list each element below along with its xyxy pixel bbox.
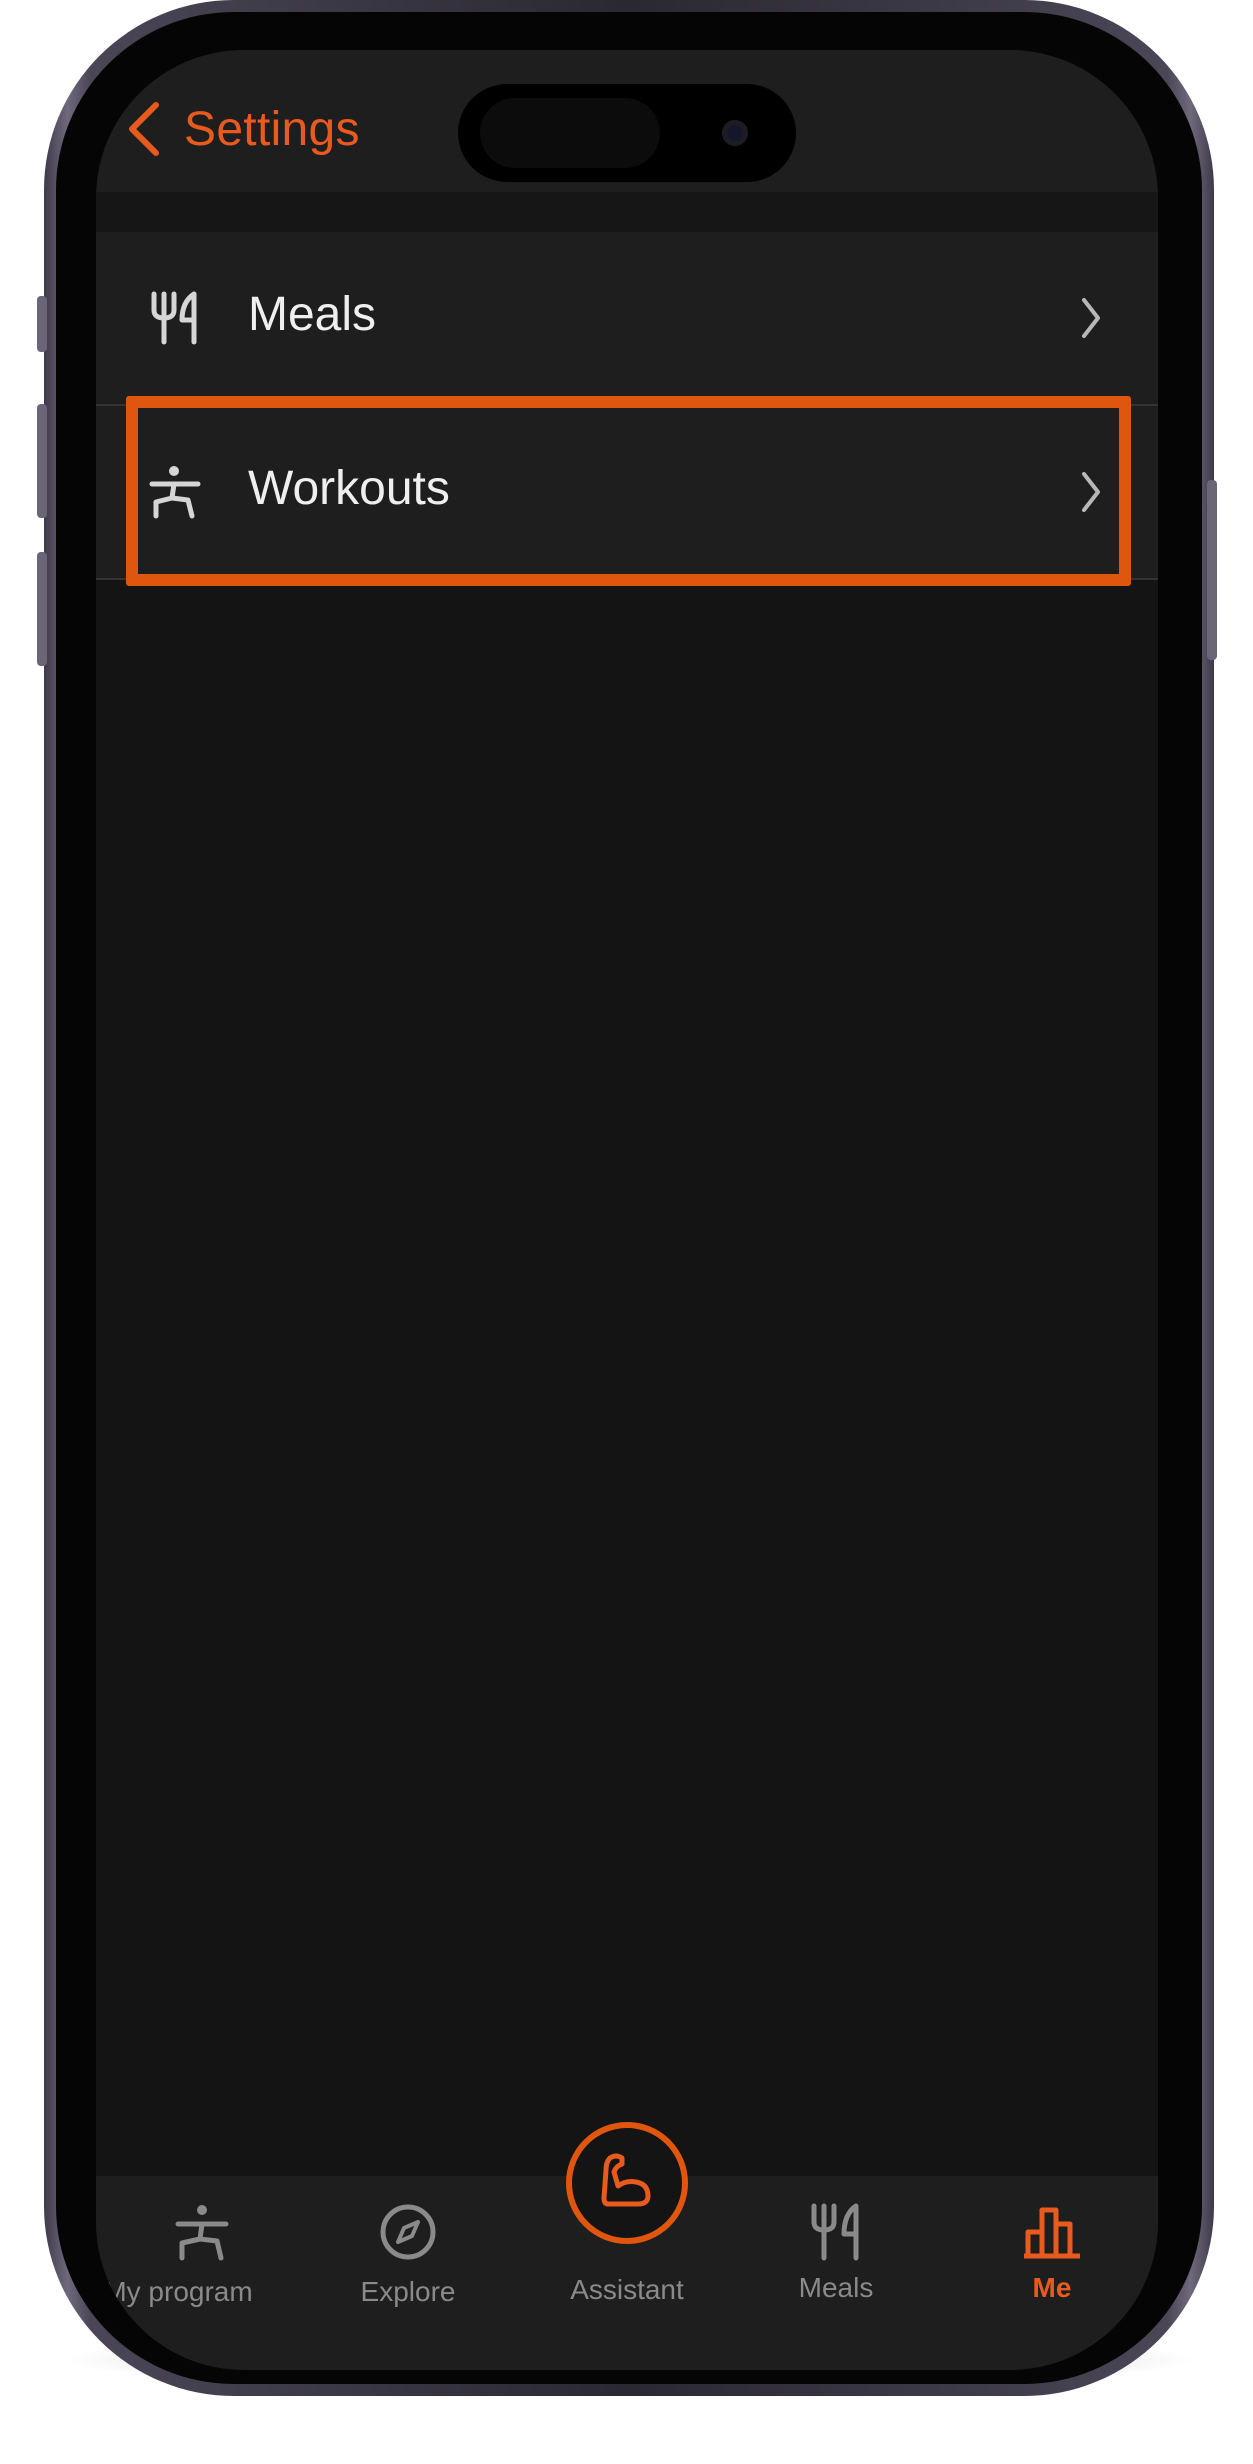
list-item-label: Meals: [248, 288, 377, 341]
chevron-left-icon: [129, 102, 159, 156]
tab-explore[interactable]: Explore: [302, 2176, 514, 2370]
back-button[interactable]: Settings: [126, 94, 360, 164]
tab-meals[interactable]: Meals: [730, 2176, 942, 2370]
front-camera: [722, 120, 748, 146]
dynamic-island: [458, 84, 796, 182]
list-item-workouts[interactable]: Workouts: [96, 406, 1158, 578]
fork-knife-icon: [151, 291, 197, 345]
bar-chart-icon: [1024, 2207, 1080, 2259]
header-separator: [96, 192, 1158, 232]
tab-my-program[interactable]: My program: [96, 2176, 308, 2370]
tab-label: My program: [103, 2276, 253, 2307]
exercise-person-icon: [175, 2205, 229, 2261]
compass-icon: [380, 2204, 436, 2260]
list-item-meals[interactable]: Meals: [96, 232, 1158, 404]
tab-label: Assistant: [570, 2274, 684, 2305]
list-divider: [96, 578, 1158, 580]
action-button: [37, 296, 47, 352]
navigation-header: Settings: [96, 50, 1158, 192]
island-sensor: [480, 98, 660, 168]
volume-down-button: [37, 552, 47, 666]
app-screen: Settings Meals Workouts My program Explo…: [96, 50, 1158, 2370]
power-button: [1207, 480, 1217, 660]
exercise-person-icon: [149, 466, 201, 519]
tab-me[interactable]: Me: [946, 2176, 1158, 2370]
chevron-right-icon: [1082, 472, 1100, 512]
volume-up-button: [37, 404, 47, 518]
tab-label: Meals: [798, 2272, 874, 2303]
back-label: Settings: [184, 102, 360, 156]
tab-label: Me: [1032, 2272, 1072, 2303]
fork-knife-icon: [811, 2203, 859, 2261]
tab-label: Explore: [360, 2276, 456, 2307]
list-item-label: Workouts: [248, 462, 450, 515]
flexed-arm-icon: [601, 2153, 651, 2207]
chevron-right-icon: [1082, 298, 1100, 338]
assistant-button[interactable]: [566, 2122, 688, 2244]
